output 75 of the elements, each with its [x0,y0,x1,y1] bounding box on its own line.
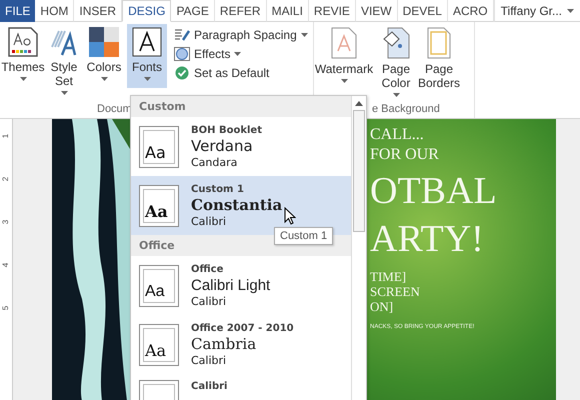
button-label: Watermark [314,62,374,76]
ribbon-tab[interactable]: INSER [74,0,122,22]
flyer-title: OTBAL [370,169,497,213]
ruler-number: 4 [1,262,11,268]
button-label: Fonts [130,60,163,74]
font-preview: Aa [139,264,179,306]
ribbon-tab[interactable]: REVIE [308,0,356,22]
ribbon-tab[interactable]: VIEW [356,0,398,22]
heading-font: Calibri Light [191,276,270,294]
flyer-text: SCREEN [370,284,420,299]
body-font: Candara [191,156,238,170]
font-preview: Aa [139,126,179,168]
flyer-text: FOR OUR [370,145,439,165]
theme-name: Calibri [191,380,228,393]
button-label: Page Color [380,62,412,90]
button-label: Themes [1,60,45,74]
section-heading: Custom [131,96,351,117]
scroll-up-icon[interactable] [355,100,363,106]
ribbon-button[interactable]: Effects [174,47,308,61]
body-font: Calibri [191,214,226,228]
heading-font: Verdana [191,136,253,156]
button-label: Effects [194,47,230,61]
tooltip: Custom 1 [274,227,334,245]
button-label: Paragraph Spacing [194,28,297,42]
font-preview: Aa [139,184,179,226]
theme-name: Office [191,262,224,276]
ruler-number: 5 [1,306,11,310]
theme-name: BOH Booklet [191,124,262,136]
checkmark-icon [174,66,190,80]
ruler-number: 3 [1,220,11,224]
ribbon-button[interactable]: Watermark [314,24,374,88]
ribbon-button[interactable]: Paragraph Spacing [174,28,308,42]
theme-name: Custom 1 [191,182,244,196]
ribbon-tab[interactable]: PAGE [171,0,215,22]
button-label: Set as Default [194,66,270,80]
ribbon-button[interactable]: Page Borders [418,24,460,88]
button-label: Colors [86,60,122,74]
theme-name: Office 2007 - 2010 [191,322,294,334]
body-font: Calibri [191,354,226,368]
ribbon-tab[interactable]: DEVEL [398,0,448,22]
ribbon-tab[interactable]: REFER [214,0,267,22]
font-theme-item[interactable]: Aa Office 2007 - 2010 Cambria Calibri [131,315,351,374]
ribbon-button[interactable]: Colors [84,24,124,88]
flyer-text: ON] [370,299,394,314]
ribbon-tab[interactable]: MAILI [266,0,309,22]
ribbon-tab[interactable]: DESIG [122,0,172,22]
ribbon-button[interactable]: Page Color [377,24,415,88]
circle-icon [174,47,190,61]
ruler-number: 1 [1,134,11,138]
ribbon-button[interactable]: Set as Default [174,66,308,80]
group-label: e Background [372,102,440,117]
ribbon-tab[interactable]: ACRO [448,0,494,22]
user-name: Tiffany Gr... [500,4,562,18]
flyer-text: CALL... [370,125,424,145]
ribbon-button[interactable]: Themes [2,24,44,88]
flyer-text: TIME] [370,269,408,284]
heading-font: Cambria [191,334,256,354]
scrollbar[interactable] [351,96,366,400]
ribbon-tab[interactable]: HOM [35,0,74,22]
ribbon-button[interactable]: Fonts [127,24,167,88]
body-font: Calibri [191,294,226,308]
font-theme-item[interactable]: Aa BOH Booklet Verdana Candara [131,117,351,176]
font-preview: Aa [139,324,179,366]
flyer-title: ARTY! [370,217,484,261]
ruler-number: 2 [1,176,11,182]
ribbon-button[interactable]: Style Set [47,24,81,88]
button-label: Style Set [50,60,78,88]
paragraph-spacing-icon [174,28,190,42]
file-tab[interactable]: FILE [0,0,36,22]
font-theme-item[interactable]: Calibri [131,374,351,400]
font-theme-item[interactable]: Aa Office Calibri Light Calibri [131,256,351,315]
mouse-pointer-icon [284,207,296,225]
button-label: Page Borders [418,62,460,90]
scroll-thumb[interactable] [353,110,365,232]
heading-font: Constantia [191,196,282,214]
